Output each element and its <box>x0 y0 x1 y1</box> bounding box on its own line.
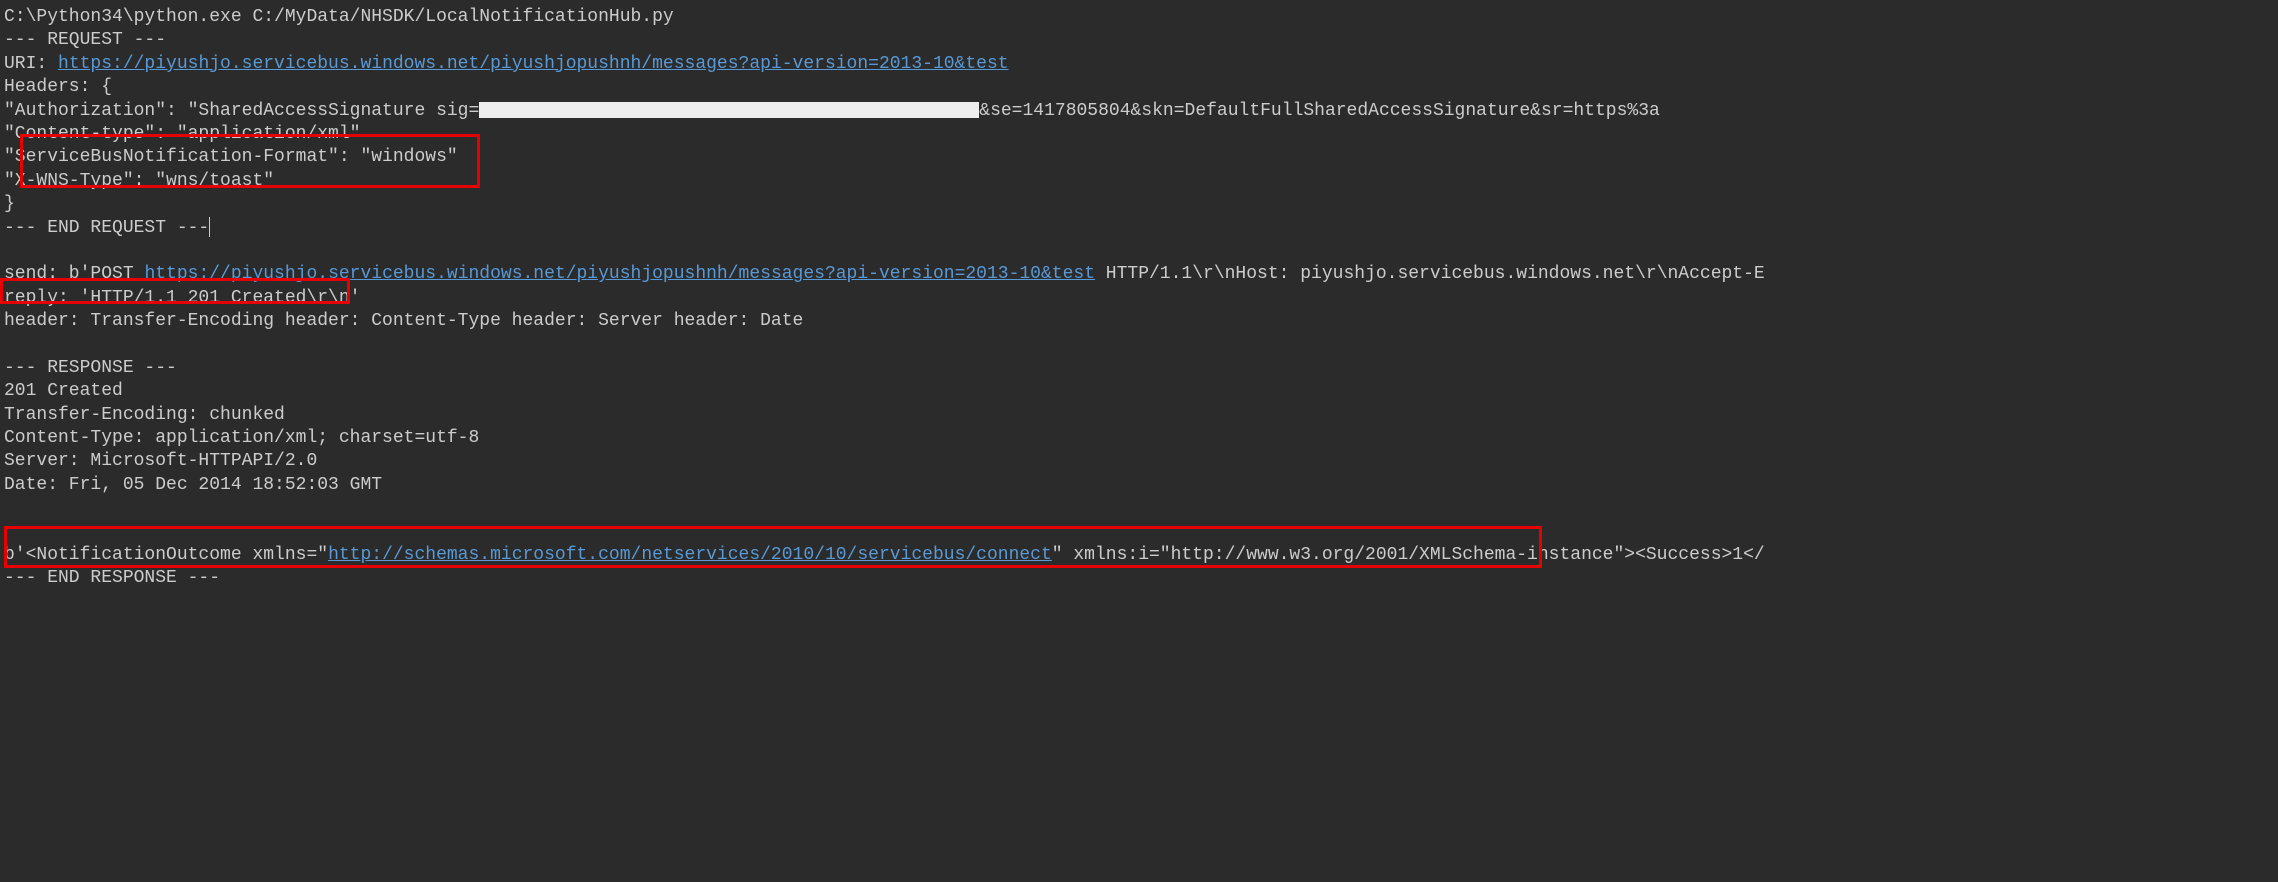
blank-line-3 <box>4 497 2274 520</box>
text-cursor <box>209 217 210 237</box>
blank-line-1 <box>4 240 2274 263</box>
blank-line-4 <box>4 521 2274 544</box>
outcome-link[interactable]: http://schemas.microsoft.com/netservices… <box>328 545 1052 565</box>
send-prefix: send: b'POST <box>4 264 144 284</box>
outcome-prefix: b'<NotificationOutcome xmlns=" <box>4 545 328 565</box>
uri-link[interactable]: https://piyushjo.servicebus.windows.net/… <box>58 54 1009 74</box>
send-link[interactable]: https://piyushjo.servicebus.windows.net/… <box>144 264 1095 284</box>
content-type-header: "Content-type": "application/xml" <box>4 123 2274 146</box>
uri-label: URI: <box>4 54 58 74</box>
end-request-text: --- END REQUEST --- <box>4 218 209 238</box>
status-line: 201 Created <box>4 380 2274 403</box>
command-line: C:\Python34\python.exe C:/MyData/NHSDK/L… <box>4 6 2274 29</box>
server-line: Server: Microsoft-HTTPAPI/2.0 <box>4 450 2274 473</box>
transfer-encoding-line: Transfer-Encoding: chunked <box>4 404 2274 427</box>
headers-open: Headers: { <box>4 76 2274 99</box>
outcome-line: b'<NotificationOutcome xmlns="http://sch… <box>4 544 2274 567</box>
resp-content-type-line: Content-Type: application/xml; charset=u… <box>4 427 2274 450</box>
headers-close: } <box>4 193 2274 216</box>
auth-key: "Authorization": "SharedAccessSignature … <box>4 101 479 121</box>
blank-line-2 <box>4 333 2274 356</box>
auth-rest: &se=1417805804&skn=DefaultFullSharedAcce… <box>979 101 1660 121</box>
outcome-suffix: " xmlns:i="http://www.w3.org/2001/XMLSch… <box>1052 545 1765 565</box>
send-suffix: HTTP/1.1\r\nHost: piyushjo.servicebus.wi… <box>1095 264 1765 284</box>
response-start: --- RESPONSE --- <box>4 357 2274 380</box>
sbn-format-header: "ServiceBusNotification-Format": "window… <box>4 146 2274 169</box>
auth-header-line: "Authorization": "SharedAccessSignature … <box>4 100 2274 123</box>
wns-type-header: "X-WNS-Type": "wns/toast" <box>4 170 2274 193</box>
header-chain-line: header: Transfer-Encoding header: Conten… <box>4 310 2274 333</box>
end-response: --- END RESPONSE --- <box>4 567 2274 590</box>
date-line: Date: Fri, 05 Dec 2014 18:52:03 GMT <box>4 474 2274 497</box>
request-start: --- REQUEST --- <box>4 29 2274 52</box>
end-request: --- END REQUEST --- <box>4 217 2274 240</box>
send-line: send: b'POST https://piyushjo.servicebus… <box>4 263 2274 286</box>
uri-line: URI: https://piyushjo.servicebus.windows… <box>4 53 2274 76</box>
redacted-signature <box>479 102 979 118</box>
reply-line: reply: 'HTTP/1.1 201 Created\r\n' <box>4 287 2274 310</box>
